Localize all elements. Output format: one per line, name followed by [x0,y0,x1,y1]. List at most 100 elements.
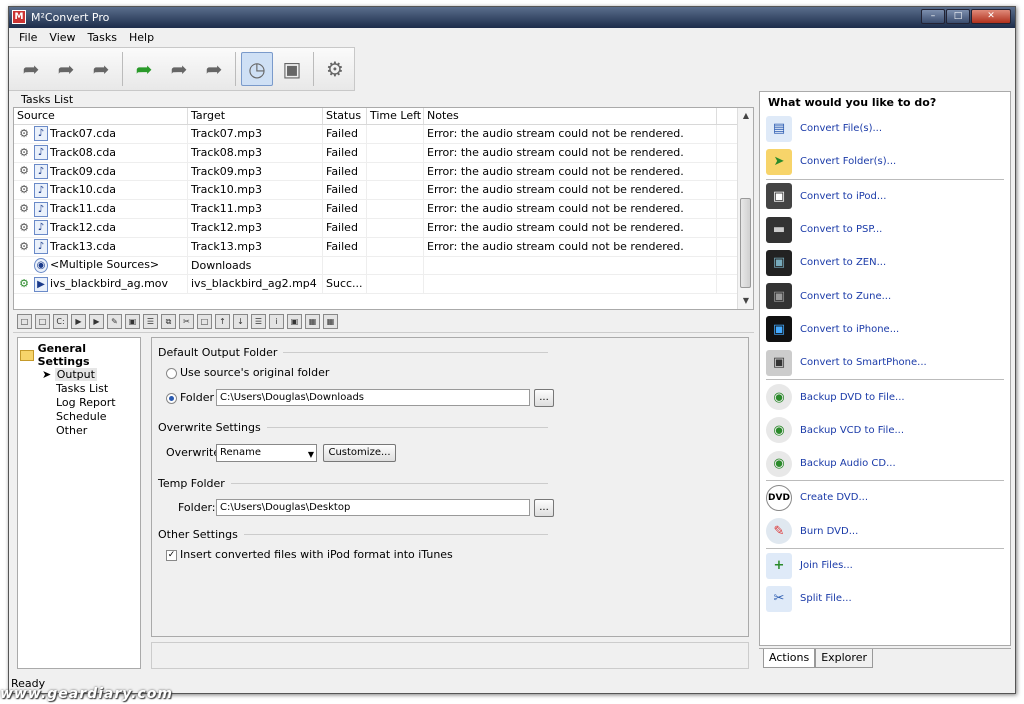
action-create-dvd[interactable]: DVD Create DVD... [760,481,1010,514]
start-icon[interactable]: ➦ [128,52,160,86]
temp-folder-input[interactable]: C:\Users\Douglas\Desktop [216,499,530,516]
row-status: Failed [323,181,367,200]
tab-explorer[interactable]: Explorer [815,649,873,668]
close-button[interactable]: ✕ [971,9,1011,24]
group-label: Other Settings [158,528,238,541]
table-row[interactable]: ⚙ ♪ Track07.cda Track07.mp3 Failed Error: … [14,125,753,144]
row-status [323,256,367,275]
edit-icon[interactable]: ✎ [107,314,122,329]
action-convert-iphone[interactable]: ▣ Convert to iPhone... [760,313,1010,346]
toolbar-separator [313,52,314,86]
menu-help[interactable]: Help [123,31,160,44]
action-convert-folders[interactable]: ➤ Convert Folder(s)... [760,145,1010,178]
column-header-target[interactable]: Target [188,108,323,124]
convert-selected-icon[interactable]: ➦ [50,52,82,86]
output-folder-input[interactable]: C:\Users\Douglas\Downloads [216,389,530,406]
invert-select-icon[interactable]: □ [35,314,50,329]
convert-all-icon[interactable]: ➦ [85,52,117,86]
folder-option[interactable]: Folder [166,391,214,404]
paste-icon[interactable]: □ [197,314,212,329]
open-folder-icon[interactable]: ▦ [305,314,320,329]
menu-view[interactable]: View [43,31,81,44]
overwrite-select[interactable]: Rename ▼ [216,444,317,462]
action-convert-zen[interactable]: ▣ Convert to ZEN... [760,246,1010,279]
scroll-thumb[interactable] [740,198,751,288]
action-convert-ipod[interactable]: ▣ Convert to iPod... [760,180,1010,213]
action-convert-files[interactable]: ▤ Convert File(s)... [760,112,1010,145]
column-header-notes[interactable]: Notes [424,108,717,124]
tab-actions[interactable]: Actions [763,649,816,668]
action-backup-vcd[interactable]: ◉ Backup VCD to File... [760,414,1010,447]
copy-icon[interactable]: ⧉ [161,314,176,329]
action-convert-smartphone[interactable]: ▣ Convert to SmartPhone... [760,346,1010,379]
tasks-table[interactable]: Source Target Status Time Left Notes ⚙ ♪ T… [13,107,754,310]
browse-temp-button[interactable]: ... [534,499,554,517]
menu-file[interactable]: File [13,31,43,44]
tasks-scrollbar[interactable]: ▲ ▼ [737,108,753,309]
tree-item-output[interactable]: ➤ Output [20,368,138,382]
row-time-left [367,200,424,218]
settings-wrench-icon[interactable]: ⚙ [319,52,351,86]
tree-root[interactable]: General Settings [20,342,138,368]
task-gear-icon: ⚙ [19,164,29,178]
action-backup-audio-cd[interactable]: ◉ Backup Audio CD... [760,447,1010,480]
table-row[interactable]: ⚙ ♪ Track08.cda Track08.mp3 Failed Error: … [14,143,753,163]
table-row[interactable]: ⚙ ▶ ivs_blackbird_ag.mov ivs_blackbird_ag2… [14,275,753,295]
column-header-source[interactable]: Source [14,108,188,124]
radio-selected-icon [166,392,177,404]
video-icon[interactable]: ▣ [125,314,140,329]
tree-item-other[interactable]: Other [20,424,138,438]
output-folder-icon[interactable]: ▦ [323,314,338,329]
move-down-icon[interactable]: ↓ [233,314,248,329]
drive-icon[interactable]: ▣ [287,314,302,329]
minimize-button[interactable]: – [921,9,945,24]
table-row[interactable]: ◉ <Multiple Sources> Downloads [14,256,753,276]
clock-icon[interactable]: ◷ [241,52,273,86]
menu-tasks[interactable]: Tasks [82,31,123,44]
stop-icon[interactable]: ➦ [198,52,230,86]
info-icon[interactable]: i [269,314,284,329]
preview-icon[interactable]: ▶ [89,314,104,329]
action-burn-dvd[interactable]: ✎ Burn DVD... [760,515,1010,548]
create-dvd-icon: DVD [766,484,792,511]
action-convert-psp[interactable]: ▬ Convert to PSP... [760,213,1010,246]
select-all-icon[interactable]: □ [17,314,32,329]
action-backup-dvd[interactable]: ◉ Backup DVD to File... [760,380,1010,413]
action-split-file[interactable]: ✂ Split File... [760,582,1010,615]
play-icon[interactable]: ▶ [71,314,86,329]
convert-icon[interactable]: ➦ [15,52,47,86]
pause-icon[interactable]: ➦ [163,52,195,86]
monitor-icon[interactable]: ▣ [276,52,308,86]
row-source: Track13.cda [50,239,117,253]
scroll-up-icon[interactable]: ▲ [738,108,754,124]
table-row[interactable]: ⚙ ♪ Track11.cda Track11.mp3 Failed Error: … [14,200,753,219]
action-convert-zune[interactable]: ▣ Convert to Zune... [760,279,1010,312]
task-gear-icon: ⚙ [19,145,29,159]
tasks-list-label: Tasks List [21,93,74,106]
cut-icon[interactable]: ✂ [179,314,194,329]
tree-item-log-report[interactable]: Log Report [20,396,138,410]
column-header-status[interactable]: Status [323,108,367,124]
table-row[interactable]: ⚙ ♪ Track13.cda Track13.mp3 Failed Error: … [14,237,753,257]
column-header-time-left[interactable]: Time Left [367,108,424,124]
row-status: Failed [323,200,367,218]
list-icon[interactable]: ☰ [143,314,158,329]
properties-icon[interactable]: ☰ [251,314,266,329]
move-up-icon[interactable]: ↑ [215,314,230,329]
browse-output-button[interactable]: ... [534,389,554,407]
itunes-checkbox[interactable]: ✓ Insert converted files with iPod format… [166,548,453,561]
table-row[interactable]: ⚙ ♪ Track10.cda Track10.mp3 Failed Error: … [14,181,753,201]
action-join-files[interactable]: + Join Files... [760,549,1010,582]
scroll-down-icon[interactable]: ▼ [738,293,754,309]
customize-button[interactable]: Customize... [323,444,396,462]
table-row[interactable]: ⚙ ♪ Track09.cda Track09.mp3 Failed Error: … [14,162,753,182]
toolbar-separator [122,52,123,86]
table-row[interactable]: ⚙ ♪ Track12.cda Track12.mp3 Failed Error: … [14,218,753,238]
maximize-button[interactable]: □ [946,9,970,24]
command-icon[interactable]: C: [53,314,68,329]
tree-item-tasks-list[interactable]: Tasks List [20,382,138,396]
tree-item-schedule[interactable]: Schedule [20,410,138,424]
action-label: Convert to ZEN... [800,257,887,269]
use-source-folder-option[interactable]: Use source's original folder [166,366,329,379]
folder-icon [20,349,34,361]
